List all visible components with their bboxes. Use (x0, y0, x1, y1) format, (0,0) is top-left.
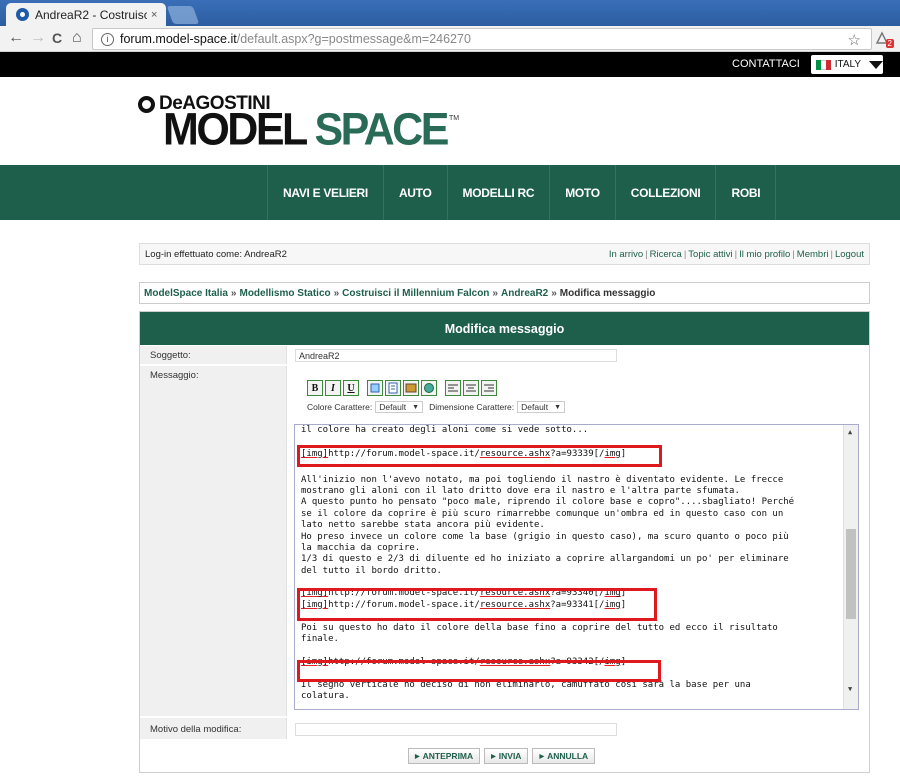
browser-tabstrip: AndreaR2 - Costruisci il M × (0, 0, 900, 26)
arrow-right-icon: ▶ (415, 753, 420, 760)
highlight-box (297, 660, 661, 682)
scroll-down-icon[interactable]: ▼ (848, 684, 852, 695)
scroll-up-icon[interactable]: ▲ (848, 427, 852, 438)
address-bar[interactable]: i forum.model-space.it/default.aspx?g=po… (92, 28, 872, 50)
browser-tab[interactable]: AndreaR2 - Costruisci il M × (6, 3, 166, 26)
reason-row: Motivo della modifica: (140, 717, 869, 739)
message-textarea[interactable]: il colore ha creato degli aloni come si … (294, 424, 859, 710)
country-label: ITALY (834, 59, 861, 70)
globe-icon[interactable] (421, 380, 437, 396)
nav-item-navi-velieri[interactable]: NAVI E VELIERI (268, 165, 384, 220)
tab-title: AndreaR2 - Costruisci il M (35, 7, 147, 22)
site-favicon-icon (16, 8, 29, 21)
breadcrumb-item[interactable]: ModelSpace Italia (144, 288, 228, 299)
subject-input[interactable] (295, 349, 617, 362)
login-bar: Log-in effettuato come: AndreaR2 In arri… (139, 243, 870, 265)
browser-toolbar: ← → C ⌂ i forum.model-space.it/default.a… (0, 26, 900, 52)
site-info-icon[interactable]: i (101, 32, 114, 46)
underline-button[interactable]: U (343, 380, 359, 396)
highlight-box (297, 445, 662, 467)
edit-message-panel: Modifica messaggio Soggetto: Messaggio: … (139, 311, 870, 773)
color-select[interactable]: Default ▼ (375, 401, 424, 413)
link-logout[interactable]: Logout (835, 249, 864, 260)
arrow-right-icon: ▶ (539, 753, 545, 760)
breadcrumb-current: Modifica messaggio (559, 287, 656, 299)
align-right-icon[interactable] (481, 380, 497, 396)
reload-icon[interactable]: C (52, 30, 62, 46)
user-links: In arrivo | Ricerca | Topic attivi | Il mio pr… (608, 248, 864, 260)
format-row: Colore Carattere: Default ▼ Dimensione Ca… (307, 401, 571, 413)
trademark-mark: TM (449, 115, 460, 122)
chevron-down-icon (869, 60, 883, 69)
nav-item-moto[interactable]: MOTO (550, 165, 616, 220)
extension-badge: 2 (885, 39, 894, 48)
reason-input[interactable] (295, 723, 617, 736)
link-my-profile[interactable]: Il mio profilo (739, 249, 790, 260)
scrollbar-thumb[interactable] (846, 529, 856, 619)
italy-flag-icon (816, 59, 831, 70)
reason-label: Motivo della modifica: (150, 724, 242, 735)
new-tab-button[interactable] (166, 6, 200, 24)
country-selector[interactable]: ITALY (811, 55, 883, 74)
extension-icon[interactable]: 2 (874, 30, 894, 48)
url-host: forum.model-space.it (120, 32, 237, 46)
preview-button[interactable]: ▶ ANTEPRIMA (408, 748, 481, 764)
message-label: Messaggio: (150, 370, 199, 381)
cancel-button[interactable]: ▶ ANNULLA (532, 748, 596, 764)
breadcrumb-item[interactable]: AndreaR2 (501, 288, 548, 299)
editor-toolbar: B I U (307, 380, 497, 396)
insert-image-icon[interactable] (367, 380, 383, 396)
site-topbar: CONTATTACI ITALY (0, 52, 900, 77)
align-left-icon[interactable] (445, 380, 461, 396)
bold-button[interactable]: B (307, 380, 323, 396)
forward-arrow-icon[interactable]: → (30, 30, 46, 46)
link-search[interactable]: Ricerca (650, 249, 682, 260)
chevron-down-icon: ▼ (412, 403, 420, 411)
chevron-down-icon: ▼ (554, 403, 561, 411)
highlight-box (297, 588, 657, 621)
model-space-logo[interactable]: MODEL SPACE (163, 105, 449, 156)
list-icon[interactable] (385, 380, 401, 396)
back-arrow-icon[interactable]: ← (8, 30, 24, 46)
nav-item-collezioni[interactable]: COLLEZIONI (616, 165, 717, 220)
nav-item-robi[interactable]: ROBI (716, 165, 777, 220)
size-select[interactable]: Default ▼ (517, 401, 565, 413)
home-icon[interactable]: ⌂ (72, 30, 82, 46)
picture-icon[interactable] (403, 380, 419, 396)
send-button[interactable]: ▶ INVIA (484, 748, 529, 764)
textarea-scrollbar[interactable]: ▲ ▼ (843, 425, 858, 709)
align-center-icon[interactable] (463, 380, 479, 396)
link-active-topics[interactable]: Topic attivi (688, 249, 732, 260)
tab-close-icon[interactable]: × (151, 9, 157, 21)
bookmark-star-icon[interactable]: ☆ (848, 31, 861, 49)
link-inbox[interactable]: In arrivo (609, 249, 643, 260)
breadcrumb: ModelSpace Italia» Modellismo Statico» C… (139, 282, 870, 304)
breadcrumb-item[interactable]: Modellismo Statico (239, 288, 330, 299)
form-actions: ▶ ANTEPRIMA ▶ INVIA ▶ ANNULLA (408, 748, 596, 764)
link-members[interactable]: Membri (797, 249, 829, 260)
login-status: Log-in effettuato come: AndreaR2 (145, 248, 287, 260)
deagostini-mark-icon (138, 95, 155, 113)
panel-title: Modifica messaggio (140, 312, 869, 345)
nav-item-modelli-rc[interactable]: MODELLI RC (448, 165, 551, 220)
main-nav: NAVI E VELIERI AUTO MODELLI RC MOTO COLL… (0, 165, 900, 220)
contact-link[interactable]: CONTATTACI (732, 58, 800, 70)
subject-label: Soggetto: (150, 350, 191, 361)
size-label: Dimensione Carattere: (429, 402, 515, 412)
italic-button[interactable]: I (325, 380, 341, 396)
color-label: Colore Carattere: (307, 402, 373, 412)
nav-item-auto[interactable]: AUTO (384, 165, 448, 220)
url-path: /default.aspx?g=postmessage&m=246270 (236, 32, 471, 46)
breadcrumb-item[interactable]: Costruisci il Millennium Falcon (342, 288, 489, 299)
subject-row: Soggetto: (140, 345, 869, 364)
arrow-right-icon: ▶ (491, 753, 496, 760)
